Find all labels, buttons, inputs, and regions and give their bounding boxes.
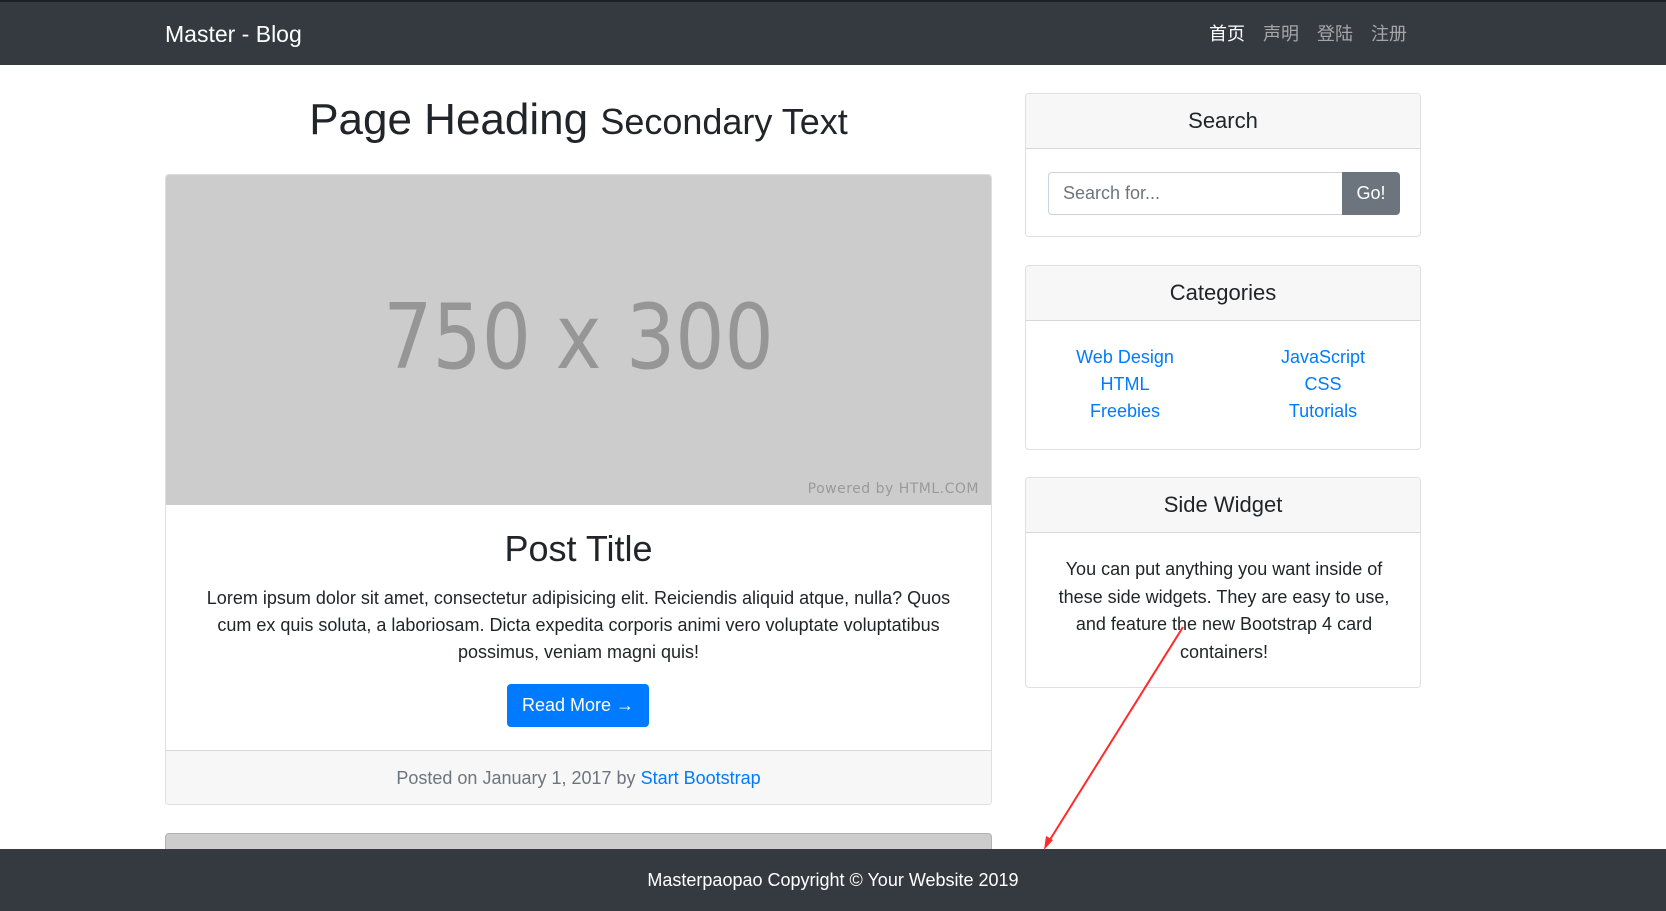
side-widget-title: Side Widget — [1026, 478, 1420, 533]
post-image-credit: Powered by HTML.COM — [807, 481, 979, 497]
nav-link-register[interactable]: 注册 — [1362, 22, 1416, 48]
category-link-freebies[interactable]: Freebies — [1026, 398, 1224, 425]
page-heading-secondary: Secondary Text — [600, 101, 848, 142]
side-widget: Side Widget You can put anything you wan… — [1025, 477, 1421, 688]
top-navbar: Master - Blog 首页 声明 登陆 注册 — [0, 0, 1666, 65]
post-body: Lorem ipsum dolor sit amet, consectetur … — [206, 588, 951, 662]
category-link-css[interactable]: CSS — [1224, 371, 1420, 398]
page-footer: Masterpaopao Copyright © Your Website 20… — [0, 849, 1666, 911]
read-more-button[interactable]: Read More → — [507, 684, 649, 727]
page-heading: Page Heading Secondary Text — [165, 92, 992, 150]
nav-link-home[interactable]: 首页 — [1200, 22, 1254, 48]
category-link-web-design[interactable]: Web Design — [1026, 344, 1224, 371]
categories-widget-title: Categories — [1026, 266, 1420, 321]
categories-widget: Categories Web Design HTML Freebies Java… — [1025, 265, 1421, 450]
categories-left-column: Web Design HTML Freebies — [1026, 344, 1224, 425]
categories-right-column: JavaScript CSS Tutorials — [1224, 344, 1420, 425]
search-input[interactable] — [1048, 172, 1342, 215]
post-footer: Posted on January 1, 2017 by Start Boots… — [166, 750, 991, 804]
brand-link[interactable]: Master - Blog — [165, 19, 302, 49]
search-widget: Search Go! — [1025, 93, 1421, 237]
post-author-link[interactable]: Start Bootstrap — [641, 768, 761, 788]
category-link-tutorials[interactable]: Tutorials — [1224, 398, 1420, 425]
search-go-button[interactable]: Go! — [1342, 172, 1400, 215]
search-row: Go! — [1048, 172, 1400, 215]
categories-grid: Web Design HTML Freebies JavaScript CSS … — [1026, 344, 1420, 425]
post-image-placeholder: 750 x 300 Powered by HTML.COM — [166, 175, 991, 505]
nav-links: 首页 声明 登陆 注册 — [1200, 22, 1416, 48]
post-image-size-label: 750 x 300 — [383, 285, 774, 390]
post-title: Post Title — [504, 528, 653, 569]
search-widget-title: Search — [1026, 94, 1420, 149]
nav-link-statement[interactable]: 声明 — [1254, 22, 1308, 48]
nav-link-login[interactable]: 登陆 — [1308, 22, 1362, 48]
category-link-html[interactable]: HTML — [1026, 371, 1224, 398]
post-meta: Posted on January 1, 2017 by — [396, 768, 636, 788]
annotation-arrow-head — [1044, 836, 1053, 850]
post-card: 750 x 300 Powered by HTML.COM Post Title… — [165, 174, 992, 805]
category-link-javascript[interactable]: JavaScript — [1224, 344, 1420, 371]
side-widget-text: You can put anything you want inside of … — [1058, 559, 1390, 662]
page-heading-main: Page Heading — [309, 95, 589, 144]
footer-copyright: Masterpaopao Copyright © Your Website 20… — [647, 870, 1019, 890]
